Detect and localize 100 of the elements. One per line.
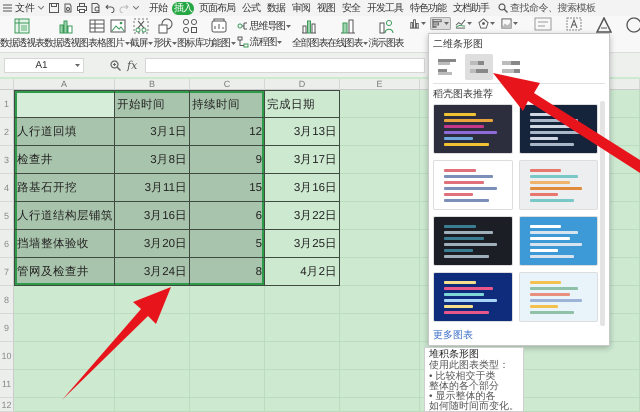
pivot-table-icon	[13, 17, 31, 35]
search-field[interactable]: 查找命令、搜索模板	[510, 2, 600, 14]
column-header[interactable]: C	[190, 79, 265, 90]
chart-template-drawing[interactable]	[433, 272, 512, 322]
zoom-icon[interactable]	[110, 60, 121, 70]
line-chart-icon	[455, 18, 466, 29]
chevron-icon[interactable]	[133, 6, 139, 10]
chart-type-button[interactable]	[476, 17, 498, 30]
scrollbar[interactable]	[600, 101, 605, 326]
caret-icon	[75, 64, 80, 66]
flowchart-icon	[236, 36, 249, 48]
table-cell: 完成日期	[265, 90, 340, 118]
ribbon-button[interactable]: 思维导图	[236, 19, 291, 33]
bar-chart-icon	[432, 18, 444, 29]
ribbon-button[interactable]: 表格	[88, 16, 106, 52]
function-button[interactable]: fx	[127, 58, 138, 72]
caret-icon	[444, 22, 450, 25]
table-cell: 人行道结构层铺筑	[14, 202, 115, 230]
chart-template-drawing[interactable]	[433, 216, 512, 266]
ribbon-button[interactable]: 数据透视图	[44, 16, 88, 52]
text-box-icon[interactable]	[534, 17, 552, 31]
ribbon-button[interactable]: 图标库	[176, 16, 204, 52]
ribbon-button[interactable]: 功能图	[203, 16, 236, 52]
ribbon-button[interactable]: 数据透视表	[0, 16, 44, 52]
table-cell: 3月22日	[265, 202, 340, 230]
table-cell: 5	[190, 230, 265, 258]
ribbon-button[interactable]: 形状	[153, 16, 177, 52]
table-cell: 15	[190, 174, 265, 202]
chevron-icon[interactable]	[38, 6, 44, 10]
table-cell: 6	[190, 202, 265, 230]
header-footer-icon[interactable]	[566, 17, 582, 31]
grid-icon	[181, 17, 200, 35]
table-cell: 开始时间	[115, 90, 190, 118]
table-cell: 人行道回填	[14, 118, 115, 146]
caret-icon	[421, 22, 426, 25]
table-cell: 3月20日	[115, 230, 190, 258]
table-cell: 12	[190, 118, 265, 146]
table-cell: 3月16日	[115, 202, 190, 230]
ribbon-button[interactable]: 流程图	[236, 35, 291, 49]
menu-tab[interactable]: 安全	[340, 2, 362, 14]
table-cell: 3月24日	[115, 258, 190, 286]
table-cell: 路基石开挖	[14, 174, 115, 202]
area-chart-icon	[501, 18, 512, 29]
table-cell: 9	[190, 146, 265, 174]
chart-type-button[interactable]	[430, 17, 452, 30]
menu-tab[interactable]: 页面布局	[197, 2, 237, 14]
bar-chart-icon	[470, 58, 488, 76]
table-cell: 3月16日	[265, 174, 340, 202]
more-charts-link[interactable]: 更多图表	[433, 323, 605, 345]
export-icon[interactable]	[63, 3, 73, 13]
art-text-icon[interactable]	[596, 17, 612, 33]
chart-template-drawing[interactable]	[433, 104, 512, 154]
menu-tab[interactable]: 开发工具	[365, 2, 405, 14]
table-cell: 3月13日	[265, 118, 340, 146]
save-icon[interactable]	[49, 3, 59, 13]
menu-tab[interactable]: 文档助手	[451, 2, 491, 14]
chart-type-button[interactable]	[407, 17, 428, 30]
menu-tab[interactable]: 视图	[315, 2, 337, 14]
chart-type-option[interactable]	[465, 54, 493, 80]
formula-field[interactable]	[145, 58, 426, 72]
table-cell: 4月2日	[265, 258, 340, 286]
tooltip-text: • 比较相交于类	[429, 372, 496, 382]
column-header[interactable]: A	[14, 79, 115, 90]
bar-chart-icon	[438, 58, 456, 76]
table-cell: 3月17日	[265, 146, 340, 174]
ribbon-button[interactable]: 在线图表	[327, 16, 368, 52]
ribbon-button[interactable]: 全部图表	[292, 16, 328, 52]
column-header[interactable]: D	[265, 79, 340, 90]
preview-icon[interactable]	[91, 3, 101, 13]
menu-icon[interactable]	[3, 4, 12, 12]
print-icon[interactable]	[77, 3, 87, 13]
tooltip-text: 使用此图表类型：	[429, 361, 510, 372]
column-header[interactable]: E	[340, 79, 420, 90]
table-cell: 3月11日	[115, 174, 190, 202]
search-icon[interactable]	[498, 3, 508, 13]
table-cell: 3月25日	[265, 230, 340, 258]
menu-tab[interactable]: 公式	[240, 2, 262, 14]
name-box[interactable]: A1	[4, 58, 84, 72]
table-cell: 检查井	[14, 146, 115, 174]
menu-tab[interactable]: 数据	[265, 2, 287, 14]
caret-icon	[467, 22, 472, 25]
pentagon-icon	[478, 18, 490, 29]
undo-icon[interactable]	[105, 3, 115, 13]
file-menu[interactable]: 文件	[15, 1, 35, 15]
ribbon-button[interactable]: 图片	[106, 16, 130, 52]
ribbon-button[interactable]: 截屏	[130, 16, 154, 52]
menu-tab[interactable]: 审阅	[290, 2, 312, 14]
column-header[interactable]: B	[115, 79, 190, 90]
menu-tab[interactable]: 特色功能	[408, 2, 448, 14]
chart-type-button[interactable]	[453, 17, 474, 30]
tooltip-text: 如何随时间而变化。	[429, 402, 519, 412]
tooltip-text: 整体的各个部分	[429, 382, 500, 392]
menu-tab[interactable]: 开始	[147, 2, 169, 14]
table-cell: 8	[190, 258, 265, 286]
mind-map-icon	[236, 20, 249, 32]
caret-icon	[490, 22, 496, 25]
section-title: 稻壳图表推荐	[433, 88, 494, 101]
chart-type-button[interactable]	[499, 17, 520, 30]
table-cell: 持续时间	[190, 90, 265, 118]
ribbon-button[interactable]: 演示图表	[368, 16, 404, 52]
